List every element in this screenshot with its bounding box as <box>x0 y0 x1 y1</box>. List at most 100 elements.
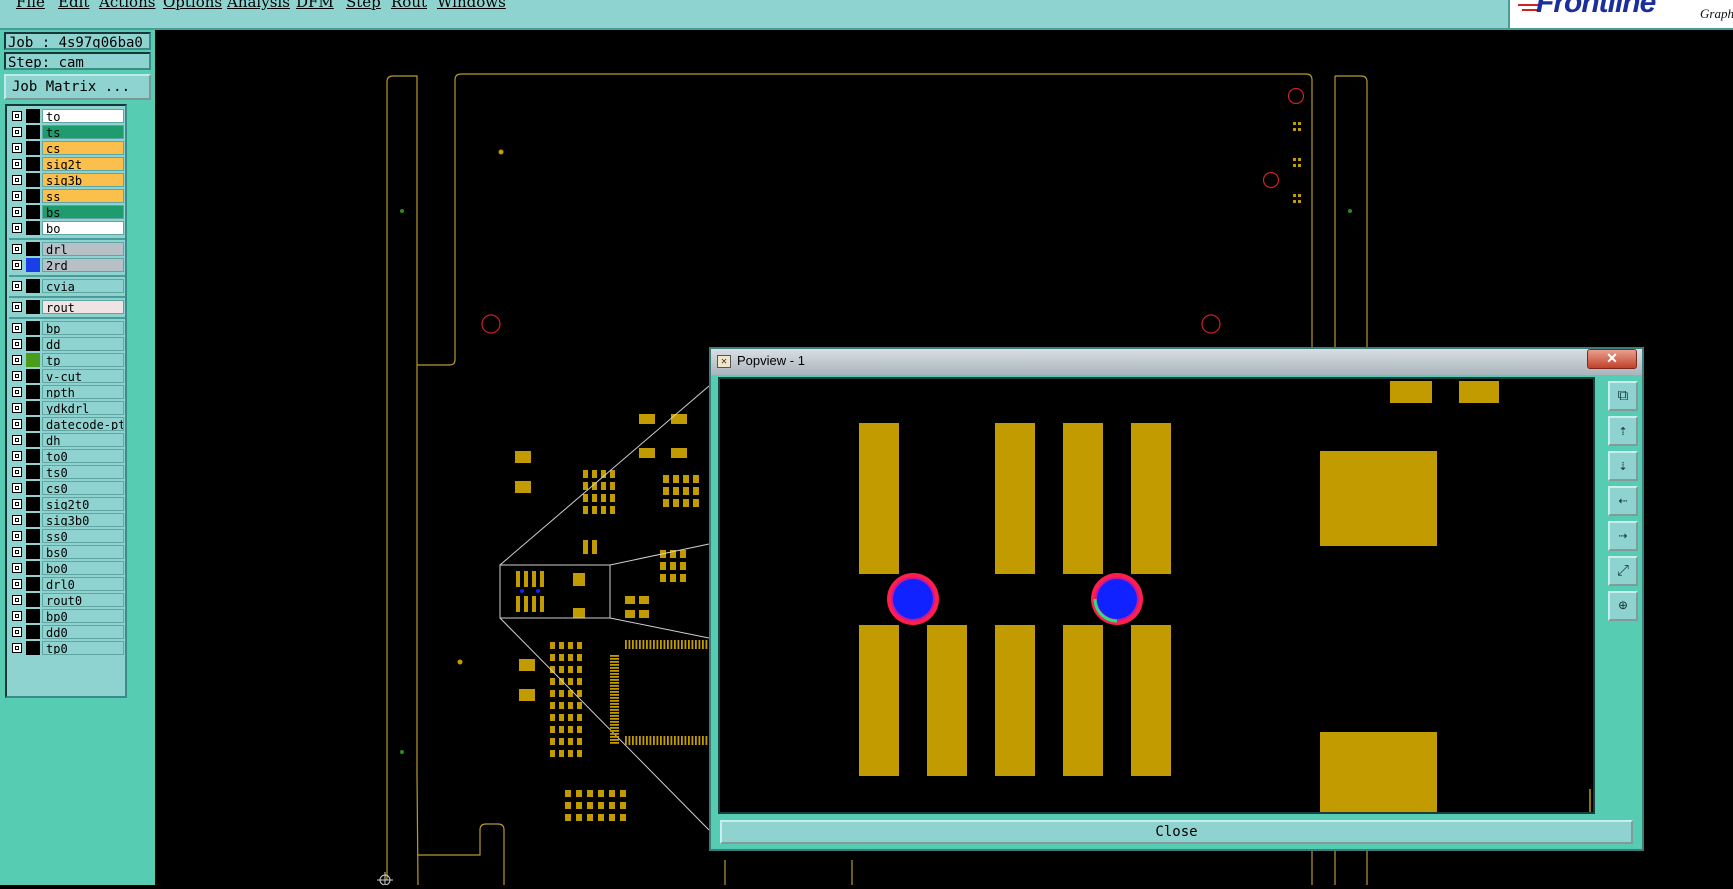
layer-checkbox[interactable] <box>12 223 22 233</box>
layer-name[interactable]: bo <box>42 221 124 235</box>
layer-name[interactable]: dd <box>42 337 124 351</box>
menu-file[interactable]: File <box>16 0 45 11</box>
layer-color-swatch[interactable] <box>26 465 40 479</box>
zoom-in-icon[interactable]: ⤢ <box>1608 556 1638 586</box>
layer-checkbox[interactable] <box>12 483 22 493</box>
menu-windows[interactable]: Windows <box>437 0 506 11</box>
layer-checkbox[interactable] <box>12 175 22 185</box>
layer-name[interactable]: tp <box>42 353 124 367</box>
layer-color-swatch[interactable] <box>26 337 40 351</box>
layer-row-cvia[interactable]: cvia <box>9 279 125 293</box>
layer-checkbox[interactable] <box>12 244 22 254</box>
layer-name[interactable]: to0 <box>42 449 124 463</box>
layer-row-ss[interactable]: ss <box>9 189 125 203</box>
layer-color-swatch[interactable] <box>26 417 40 431</box>
layer-checkbox[interactable] <box>12 260 22 270</box>
layer-color-swatch[interactable] <box>26 258 40 272</box>
layer-color-swatch[interactable] <box>26 449 40 463</box>
layer-name[interactable]: bs0 <box>42 545 124 559</box>
layer-checkbox[interactable] <box>12 451 22 461</box>
layer-row-bo0[interactable]: bo0 <box>9 561 125 575</box>
layer-checkbox[interactable] <box>12 515 22 525</box>
layer-row-tp[interactable]: tp <box>9 353 125 367</box>
layer-color-swatch[interactable] <box>26 641 40 655</box>
layer-checkbox[interactable] <box>12 191 22 201</box>
layer-row-sig2t0[interactable]: sig2t0 <box>9 497 125 511</box>
layer-name[interactable]: 2rd <box>42 258 124 272</box>
layer-row-ss0[interactable]: ss0 <box>9 529 125 543</box>
layer-row-bo[interactable]: bo <box>9 221 125 235</box>
layer-row-cs[interactable]: cs <box>9 141 125 155</box>
layer-color-swatch[interactable] <box>26 609 40 623</box>
layer-name[interactable]: rout <box>42 300 124 314</box>
layer-checkbox[interactable] <box>12 419 22 429</box>
layer-name[interactable]: sig3b0 <box>42 513 124 527</box>
layer-name[interactable]: ss0 <box>42 529 124 543</box>
menu-step[interactable]: Step <box>346 0 381 11</box>
layer-checkbox[interactable] <box>12 611 22 621</box>
layer-row-dd0[interactable]: dd0 <box>9 625 125 639</box>
layer-checkbox[interactable] <box>12 579 22 589</box>
layer-checkbox[interactable] <box>12 627 22 637</box>
layer-checkbox[interactable] <box>12 595 22 605</box>
layer-name[interactable]: datecode-pte <box>42 417 124 431</box>
layer-color-swatch[interactable] <box>26 141 40 155</box>
layer-checkbox[interactable] <box>12 127 22 137</box>
menu-analysis[interactable]: Analysis <box>227 0 290 11</box>
layer-checkbox[interactable] <box>12 159 22 169</box>
layer-row-to[interactable]: to <box>9 109 125 123</box>
layer-name[interactable]: rout0 <box>42 593 124 607</box>
layer-row-bs[interactable]: bs <box>9 205 125 219</box>
job-matrix-button[interactable]: Job Matrix ... <box>4 74 151 100</box>
menu-actions[interactable]: Actions <box>99 0 155 11</box>
layer-name[interactable]: ts0 <box>42 465 124 479</box>
layer-color-swatch[interactable] <box>26 385 40 399</box>
layer-row-sig3b0[interactable]: sig3b0 <box>9 513 125 527</box>
layer-name[interactable]: v-cut <box>42 369 124 383</box>
pan-up-icon[interactable]: ⇡ <box>1608 416 1638 446</box>
layer-color-swatch[interactable] <box>26 353 40 367</box>
popview-canvas[interactable] <box>718 377 1595 814</box>
layer-name[interactable]: drl0 <box>42 577 124 591</box>
layer-row-dd[interactable]: dd <box>9 337 125 351</box>
layer-row-rout[interactable]: rout <box>9 300 125 314</box>
layer-row-2rd[interactable]: 2rd <box>9 258 125 272</box>
layer-checkbox[interactable] <box>12 563 22 573</box>
layer-name[interactable]: dh <box>42 433 124 447</box>
layer-row-sig3b[interactable]: sig3b <box>9 173 125 187</box>
layer-name[interactable]: to <box>42 109 124 123</box>
layer-name[interactable]: bp <box>42 321 124 335</box>
layer-row-to0[interactable]: to0 <box>9 449 125 463</box>
layer-checkbox[interactable] <box>12 499 22 509</box>
layer-color-swatch[interactable] <box>26 481 40 495</box>
layer-color-swatch[interactable] <box>26 401 40 415</box>
layer-name[interactable]: drl <box>42 242 124 256</box>
pan-right-icon[interactable]: ⇢ <box>1608 521 1638 551</box>
layer-color-swatch[interactable] <box>26 189 40 203</box>
layer-name[interactable]: sig2t0 <box>42 497 124 511</box>
layer-name[interactable]: ts <box>42 125 124 139</box>
layer-row-tp0[interactable]: tp0 <box>9 641 125 655</box>
layer-row-datecode-pte[interactable]: datecode-pte <box>9 417 125 431</box>
layer-row-cs0[interactable]: cs0 <box>9 481 125 495</box>
layer-name[interactable]: sig2t <box>42 157 124 171</box>
layer-checkbox[interactable] <box>12 403 22 413</box>
layer-name[interactable]: npth <box>42 385 124 399</box>
layer-checkbox[interactable] <box>12 387 22 397</box>
layer-row-bp[interactable]: bp <box>9 321 125 335</box>
layer-row-v-cut[interactable]: v-cut <box>9 369 125 383</box>
window-close-button[interactable]: ✕ <box>1587 349 1637 369</box>
layer-color-swatch[interactable] <box>26 545 40 559</box>
layer-color-swatch[interactable] <box>26 433 40 447</box>
layer-row-ydkdrl[interactable]: ydkdrl <box>9 401 125 415</box>
menu-edit[interactable]: Edit <box>58 0 89 11</box>
layer-color-swatch[interactable] <box>26 321 40 335</box>
layer-color-swatch[interactable] <box>26 625 40 639</box>
layer-name[interactable]: cs0 <box>42 481 124 495</box>
layer-checkbox[interactable] <box>12 207 22 217</box>
layer-color-swatch[interactable] <box>26 221 40 235</box>
layer-color-swatch[interactable] <box>26 497 40 511</box>
menu-rout[interactable]: Rout <box>391 0 427 11</box>
layer-row-ts[interactable]: ts <box>9 125 125 139</box>
layer-row-dh[interactable]: dh <box>9 433 125 447</box>
